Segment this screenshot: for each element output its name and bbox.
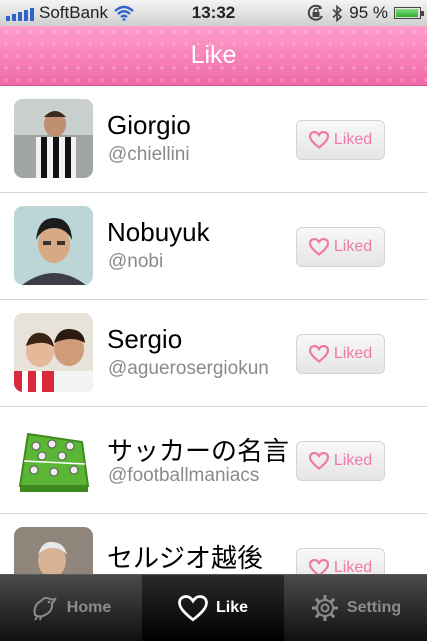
user-handle: @chiellini — [108, 144, 190, 165]
liked-button[interactable]: Liked — [296, 120, 385, 160]
list-item[interactable]: Nobuyuk @nobi Liked — [0, 193, 427, 300]
avatar — [14, 206, 93, 285]
heart-icon — [308, 238, 329, 256]
user-name: サッカーの名言 — [107, 436, 290, 466]
tab-home-label: Home — [66, 599, 112, 616]
rotation-lock-icon — [308, 4, 324, 21]
avatar — [14, 99, 93, 178]
avatar — [14, 527, 93, 574]
liked-button[interactable]: Liked — [296, 334, 385, 374]
avatar — [14, 313, 93, 392]
liked-label: Liked — [333, 345, 373, 362]
liked-button[interactable]: Liked — [296, 548, 385, 574]
user-name: Nobuyuk — [107, 217, 210, 247]
likes-list[interactable]: Giorgio @chiellini Liked Nobuyuk @nobi L… — [0, 86, 427, 574]
list-item[interactable]: Giorgio @chiellini Liked — [0, 86, 427, 193]
avatar — [14, 420, 93, 499]
page-title: Like — [190, 41, 237, 69]
tab-like-label: Like — [215, 599, 248, 616]
user-name: Sergio — [107, 324, 183, 354]
battery-percent: 95 % — [349, 3, 388, 22]
status-bar: SoftBank 13:32 95 % — [0, 0, 427, 26]
navigation-bar: Like — [0, 26, 427, 86]
user-handle: @footballmaniacs — [108, 465, 260, 486]
heart-icon — [308, 559, 329, 574]
list-item[interactable]: セルジオ越後 Liked — [0, 514, 427, 574]
gear-icon — [311, 595, 338, 621]
user-name: セルジオ越後 — [107, 543, 264, 573]
user-handle: @aguerosergiokun — [108, 358, 269, 379]
liked-label: Liked — [333, 559, 373, 574]
tab-home[interactable]: Home — [0, 575, 142, 641]
list-item[interactable]: サッカーの名言 @footballmaniacs Liked — [0, 407, 427, 514]
user-name: Giorgio — [107, 110, 191, 140]
battery-icon — [394, 7, 424, 19]
liked-label: Liked — [333, 452, 373, 469]
liked-button[interactable]: Liked — [296, 441, 385, 481]
liked-button[interactable]: Liked — [296, 227, 385, 267]
bluetooth-icon — [332, 4, 343, 22]
liked-label: Liked — [333, 238, 373, 255]
tab-setting-label: Setting — [346, 599, 402, 616]
status-right: 95 % — [306, 3, 424, 23]
liked-label: Liked — [333, 131, 373, 148]
heart-icon — [308, 131, 329, 149]
heart-icon — [178, 594, 208, 621]
heart-icon — [308, 452, 329, 470]
list-item[interactable]: Sergio @aguerosergiokun Liked — [0, 300, 427, 407]
user-handle: @nobi — [108, 251, 164, 272]
bird-icon — [33, 596, 57, 621]
tab-like[interactable]: Like — [142, 575, 284, 641]
tab-setting[interactable]: Setting — [285, 575, 427, 641]
tab-bar: Home Like Setting — [0, 574, 427, 641]
heart-icon — [308, 345, 329, 363]
